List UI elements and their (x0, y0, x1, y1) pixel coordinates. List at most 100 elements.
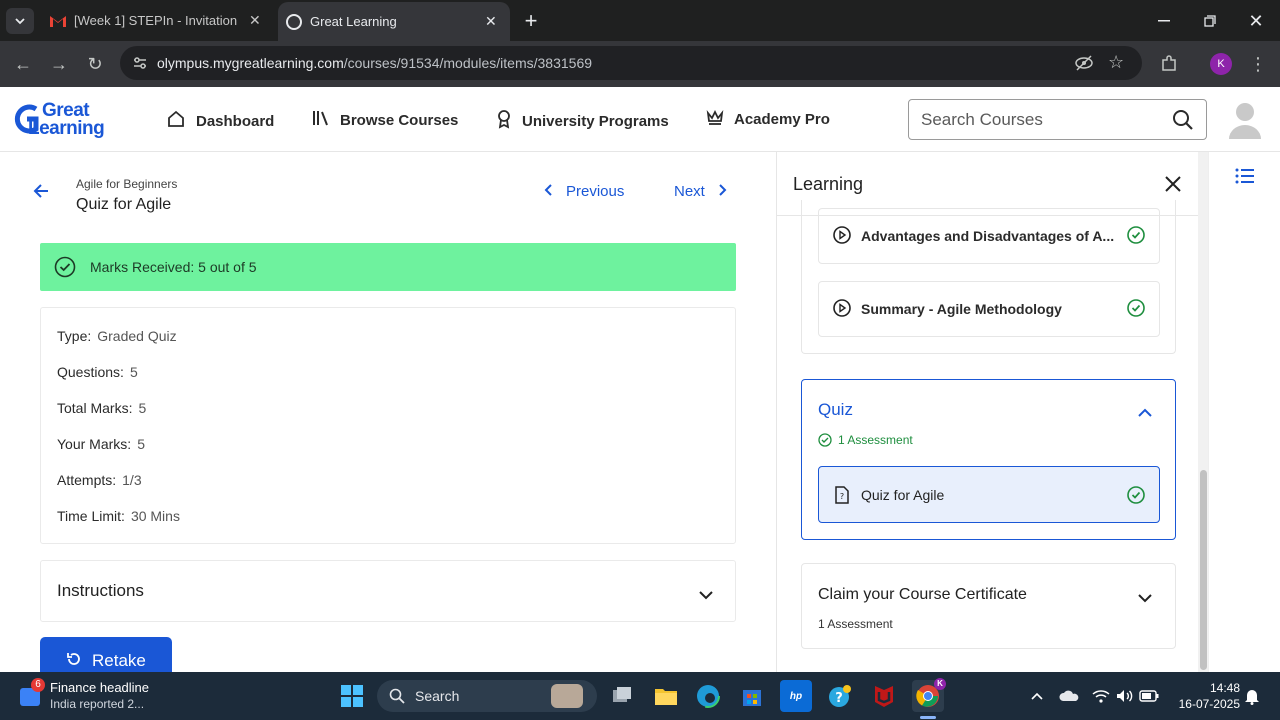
info-value: 1/3 (122, 472, 142, 488)
search-icon (389, 688, 405, 704)
user-avatar[interactable] (1226, 99, 1264, 139)
nav-university-programs[interactable]: University Programs (496, 109, 669, 133)
library-icon (312, 109, 330, 131)
award-icon (496, 109, 512, 133)
news-title: Finance headline (50, 680, 150, 695)
back-arrow-icon[interactable]: ← (10, 51, 36, 77)
instructions-label: Instructions (57, 581, 144, 600)
breadcrumb-course[interactable]: Agile for Beginners (76, 177, 177, 191)
certificate-title: Claim your Course Certificate (818, 586, 1027, 603)
browser-menu-icon[interactable]: ⋮ (1248, 51, 1268, 77)
certificate-section[interactable]: Claim your Course Certificate 1 Assessme… (801, 563, 1176, 649)
tab-great-learning[interactable]: Great Learning ✕ (278, 2, 510, 41)
info-row-total-marks: Total Marks: 5 (57, 400, 146, 416)
great-learning-logo[interactable]: Great Learning (14, 100, 124, 141)
completed-check-icon (1127, 486, 1145, 507)
page-title: Quiz for Agile (76, 196, 172, 213)
back-arrow-icon[interactable] (32, 182, 50, 205)
show-hidden-icons-icon[interactable] (1022, 680, 1052, 712)
chrome-profile-badge: K (934, 678, 946, 690)
check-circle-icon (818, 433, 832, 447)
info-value: Graded Quiz (97, 328, 177, 344)
info-label: Attempts: (57, 472, 117, 488)
right-tool-rail (1208, 152, 1280, 672)
logo-text-learning: Learning (28, 118, 105, 139)
volume-icon[interactable] (1112, 680, 1138, 712)
info-label: Type: (57, 328, 92, 344)
address-bar[interactable]: olympus.mygreatlearning.com/courses/9153… (120, 46, 1142, 80)
list-icon[interactable] (1235, 168, 1255, 189)
previous-button[interactable]: Previous (544, 183, 624, 200)
search-label: Search (415, 688, 460, 704)
lesson-item-advantages[interactable]: Advantages and Disadvantages of A... (818, 208, 1160, 264)
info-value: 30 Mins (130, 508, 180, 524)
marks-received-banner: Marks Received: 5 out of 5 (40, 243, 736, 291)
site-settings-icon[interactable] (132, 55, 148, 76)
new-tab-icon[interactable]: + (518, 8, 544, 34)
search-courses-input[interactable]: Search Courses (908, 99, 1207, 140)
battery-icon[interactable] (1136, 680, 1162, 712)
retake-label: Retake (92, 651, 146, 670)
close-tab-icon[interactable]: ✕ (249, 12, 261, 29)
completed-check-icon (1127, 225, 1145, 247)
nav-academy-pro[interactable]: Academy Pro (706, 109, 830, 129)
search-icon[interactable] (1172, 109, 1194, 136)
onedrive-icon[interactable] (1056, 680, 1082, 712)
next-button[interactable]: Next (674, 183, 727, 200)
mcafee-icon[interactable] (868, 680, 900, 712)
nav-browse-courses[interactable]: Browse Courses (312, 109, 458, 131)
news-badge: 6 (31, 678, 45, 692)
chrome-icon[interactable]: K (912, 678, 946, 712)
close-panel-icon[interactable] (1165, 176, 1181, 197)
info-value: 5 (138, 400, 147, 416)
edge-icon[interactable] (692, 680, 724, 712)
tab-gmail[interactable]: [Week 1] STEPIn - Invitation for ✕ (40, 0, 270, 41)
wifi-icon[interactable] (1088, 680, 1114, 712)
retake-button[interactable]: Retake (40, 637, 172, 672)
minimize-icon[interactable] (1150, 8, 1178, 34)
taskbar-search[interactable]: Search (377, 680, 597, 712)
lesson-item-summary[interactable]: Summary - Agile Methodology (818, 281, 1160, 337)
task-view-icon[interactable] (606, 680, 638, 712)
clock-time: 14:48 (1209, 681, 1240, 695)
windows-start-icon[interactable] (336, 680, 368, 712)
info-row-questions: Questions: 5 (57, 364, 138, 380)
info-row-attempts: Attempts: 1/3 (57, 472, 142, 488)
extensions-icon[interactable] (1156, 51, 1182, 77)
close-tab-icon[interactable]: ✕ (485, 13, 497, 30)
chevron-up-icon[interactable] (1138, 404, 1152, 422)
restore-icon[interactable] (1196, 8, 1224, 34)
chevron-left-icon (544, 183, 554, 200)
quiz-section-count: 1 Assessment (818, 433, 913, 447)
profile-avatar[interactable]: K (1210, 53, 1232, 75)
tab-title: [Week 1] STEPIn - Invitation for (74, 13, 239, 28)
quiz-section-title[interactable]: Quiz (818, 400, 853, 420)
learning-panel: Learning Advantages and Disadvantages of… (776, 152, 1208, 672)
tracking-protection-icon[interactable] (1074, 54, 1094, 77)
marks-text: Marks Received: 5 out of 5 (90, 259, 257, 275)
chevron-down-icon (699, 585, 713, 605)
forward-arrow-icon[interactable]: → (46, 51, 72, 77)
notification-bell-icon[interactable] (1240, 680, 1264, 712)
news-widget[interactable]: 6 Finance headline India reported 2... (16, 678, 166, 714)
file-explorer-icon[interactable] (650, 680, 682, 712)
tab-title: Great Learning (310, 14, 397, 29)
chevron-down-icon[interactable] (1138, 590, 1152, 608)
microsoft-store-icon[interactable] (736, 680, 768, 712)
bookmark-star-icon[interactable]: ☆ (1108, 52, 1124, 73)
lesson-title: Summary - Agile Methodology (861, 301, 1062, 317)
clock[interactable]: 14:48 16-07-2025 (1166, 680, 1240, 712)
reload-icon[interactable]: ↻ (82, 51, 108, 77)
close-window-icon[interactable]: ✕ (1242, 8, 1270, 34)
myhp-icon[interactable]: hp (780, 680, 812, 712)
home-icon (166, 109, 186, 133)
nav-dashboard[interactable]: Dashboard (166, 109, 274, 133)
get-help-icon[interactable]: ? (824, 680, 856, 712)
clock-date: 16-07-2025 (1178, 697, 1240, 711)
tab-search-icon[interactable] (6, 8, 34, 34)
quiz-item-active[interactable]: ? Quiz for Agile (818, 466, 1160, 523)
quiz-section: Quiz 1 Assessment ? Quiz for Agile (801, 379, 1176, 540)
instructions-accordion[interactable]: Instructions (40, 560, 736, 622)
panel-scrollbar-thumb[interactable] (1200, 470, 1207, 670)
chevron-right-icon (717, 183, 727, 200)
